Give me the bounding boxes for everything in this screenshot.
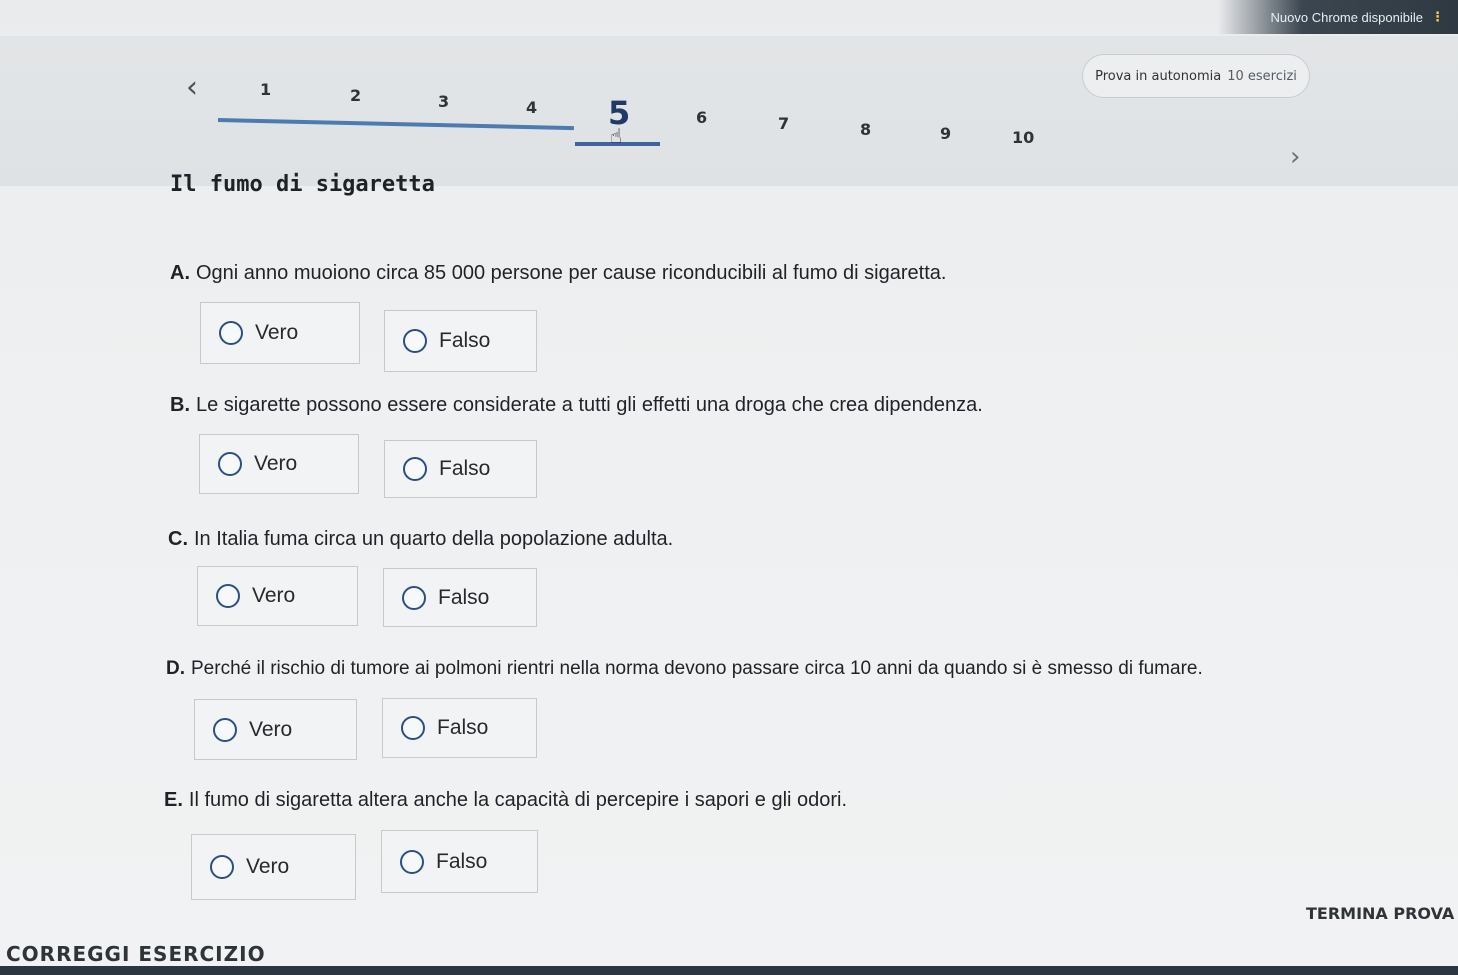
page-4[interactable]: 4 bbox=[526, 98, 537, 117]
page-1[interactable]: 1 bbox=[260, 80, 271, 99]
exercise-title: Il fumo di sigaretta bbox=[170, 172, 435, 197]
radio-icon[interactable] bbox=[403, 329, 427, 353]
radio-icon[interactable] bbox=[210, 855, 234, 879]
radio-icon[interactable] bbox=[400, 849, 424, 874]
radio-icon[interactable] bbox=[219, 321, 243, 345]
question-text: In Italia fuma circa un quarto della pop… bbox=[194, 528, 674, 550]
kebab-icon[interactable]: ⋮ bbox=[1431, 9, 1444, 25]
option-label: Falso bbox=[439, 329, 491, 352]
completed-progress bbox=[217, 118, 574, 131]
page-9[interactable]: 9 bbox=[940, 124, 951, 143]
question-c: C. In Italia fuma circa un quarto della p… bbox=[168, 528, 673, 551]
radio-icon[interactable] bbox=[403, 457, 427, 481]
correct-exercise-button[interactable]: CORREGGI ESERCIZIO bbox=[6, 942, 266, 966]
question-e: E. Il fumo di sigaretta altera anche la c… bbox=[164, 789, 847, 812]
option-label: Vero bbox=[249, 717, 293, 741]
answer-d-vero[interactable]: Vero bbox=[194, 699, 357, 760]
chrome-update-notice[interactable]: Nuovo Chrome disponibile ⋮ bbox=[1218, 0, 1458, 34]
question-text: Il fumo di sigaretta altera anche la cap… bbox=[188, 789, 848, 811]
answer-a-falso[interactable]: Falso bbox=[384, 310, 537, 372]
radio-icon[interactable] bbox=[218, 452, 242, 476]
hand-cursor-icon: ☝ bbox=[610, 126, 623, 148]
option-label: Falso bbox=[439, 457, 491, 480]
option-label: Vero bbox=[254, 452, 298, 475]
answer-c-vero[interactable]: Vero bbox=[197, 566, 358, 626]
chevron-right-icon[interactable]: › bbox=[1290, 142, 1300, 172]
radio-icon[interactable] bbox=[401, 716, 425, 740]
radio-icon[interactable] bbox=[213, 717, 237, 742]
question-a: A. Ogni anno muoiono circa 85 000 persone… bbox=[170, 262, 946, 285]
page-3[interactable]: 3 bbox=[438, 92, 449, 111]
answer-c-falso[interactable]: Falso bbox=[383, 568, 537, 627]
question-letter: A. bbox=[170, 262, 190, 284]
question-d: D. Perché il rischio di tumore ai polmoni… bbox=[166, 658, 1203, 680]
answer-e-falso[interactable]: Falso bbox=[381, 830, 538, 893]
question-letter: D. bbox=[166, 658, 185, 679]
option-label: Falso bbox=[437, 716, 489, 739]
question-text: Le sigarette possono essere considerate … bbox=[196, 394, 983, 416]
answer-b-falso[interactable]: Falso bbox=[384, 440, 537, 498]
taskbar-strip bbox=[0, 966, 1458, 975]
finish-exam-button[interactable]: TERMINA PROVA bbox=[1306, 904, 1454, 923]
update-notice-text: Nuovo Chrome disponibile bbox=[1270, 9, 1423, 25]
page-navigator: ‹ 1 2 3 4 5 6 7 8 9 10 ☝ › bbox=[180, 70, 1320, 172]
option-label: Vero bbox=[246, 855, 290, 878]
page-8[interactable]: 8 bbox=[860, 120, 871, 139]
page-2[interactable]: 2 bbox=[350, 86, 361, 105]
option-label: Falso bbox=[438, 585, 490, 609]
radio-icon[interactable] bbox=[402, 585, 426, 610]
question-letter: C. bbox=[168, 528, 188, 550]
question-letter: B. bbox=[170, 394, 190, 416]
option-label: Falso bbox=[436, 849, 488, 873]
answer-d-falso[interactable]: Falso bbox=[382, 698, 537, 758]
question-b: B. Le sigarette possono essere considerat… bbox=[170, 394, 983, 417]
page-10[interactable]: 10 bbox=[1012, 128, 1034, 147]
option-label: Vero bbox=[255, 321, 299, 344]
chevron-left-icon[interactable]: ‹ bbox=[186, 70, 198, 105]
question-letter: E. bbox=[164, 789, 183, 811]
page-6[interactable]: 6 bbox=[696, 108, 707, 127]
answer-b-vero[interactable]: Vero bbox=[199, 434, 359, 494]
question-text: Perché il rischio di tumore ai polmoni r… bbox=[191, 658, 1203, 679]
question-text: Ogni anno muoiono circa 85 000 persone p… bbox=[196, 262, 947, 284]
radio-icon[interactable] bbox=[216, 584, 240, 608]
page-7[interactable]: 7 bbox=[778, 114, 789, 133]
option-label: Vero bbox=[252, 584, 296, 607]
answer-e-vero[interactable]: Vero bbox=[191, 834, 356, 900]
answer-a-vero[interactable]: Vero bbox=[200, 302, 360, 364]
